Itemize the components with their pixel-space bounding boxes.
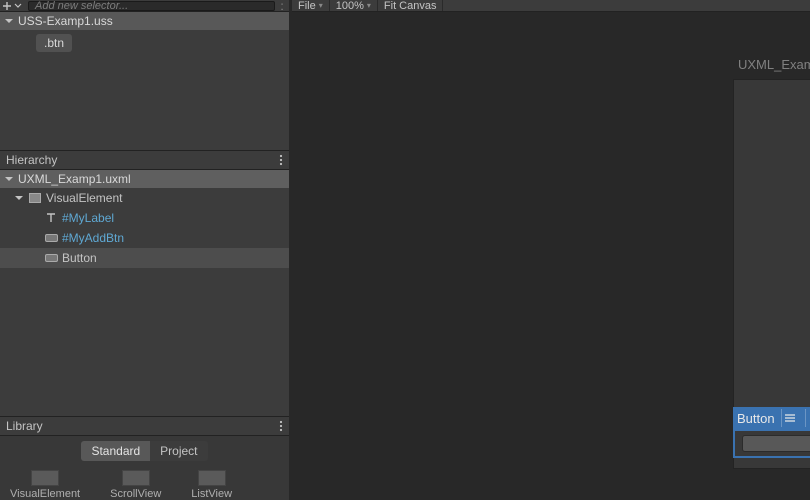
selection-tag: Button xyxy=(733,407,810,429)
selector-input[interactable]: Add new selector... xyxy=(28,1,275,11)
align-vertical-icon[interactable] xyxy=(805,409,810,427)
library-item-visualelement[interactable]: VisualElement xyxy=(10,470,80,500)
library-items: VisualElement ScrollView ListView xyxy=(0,466,289,500)
fit-canvas-label: Fit Canvas xyxy=(384,0,437,12)
library-thumb-icon xyxy=(198,470,226,486)
canvas-button-inner[interactable]: Button xyxy=(742,435,810,452)
align-horizontal-icon[interactable] xyxy=(781,409,799,427)
hierarchy-item-myaddbtn[interactable]: #MyAddBtn xyxy=(0,228,289,248)
stylesheet-name: USS-Examp1.uss xyxy=(18,14,113,28)
caret-down-icon: ▾ xyxy=(367,1,371,10)
file-menu-label: File xyxy=(298,0,316,12)
selector-trail: : xyxy=(275,0,289,13)
hierarchy-header: Hierarchy xyxy=(0,150,289,170)
stylesheet-body: .btn xyxy=(0,30,289,150)
kebab-icon[interactable] xyxy=(279,420,283,432)
caret-down-icon[interactable] xyxy=(14,2,28,10)
hierarchy-item-label: Button xyxy=(62,251,97,265)
library-item-label: ScrollView xyxy=(110,488,161,500)
button-icon xyxy=(44,232,58,244)
selector-toolbar: Add new selector... : xyxy=(0,0,289,12)
library-thumb-icon xyxy=(122,470,150,486)
fit-canvas-button[interactable]: Fit Canvas xyxy=(378,0,444,11)
hierarchy-title: Hierarchy xyxy=(6,153,279,167)
file-menu[interactable]: File ▾ xyxy=(292,0,330,11)
visualelement-icon xyxy=(28,192,42,204)
library-item-scrollview[interactable]: ScrollView xyxy=(110,470,161,500)
hierarchy-item-mylabel[interactable]: #MyLabel xyxy=(0,208,289,228)
library-thumb-icon xyxy=(31,470,59,486)
canvas-button-selected[interactable]: Button xyxy=(733,429,810,458)
hierarchy-item-button[interactable]: Button xyxy=(0,248,289,268)
triangle-down-icon xyxy=(14,193,28,203)
library-title: Library xyxy=(6,419,279,433)
stylesheet-header[interactable]: USS-Examp1.uss xyxy=(0,12,289,30)
triangle-down-icon xyxy=(4,174,18,184)
library-tab-standard[interactable]: Standard xyxy=(81,441,150,461)
hierarchy-item-visualelement[interactable]: VisualElement xyxy=(0,188,289,208)
add-selector-icon[interactable] xyxy=(0,1,14,11)
hierarchy-item-label: #MyAddBtn xyxy=(62,231,124,245)
library-tab-project[interactable]: Project xyxy=(150,441,207,461)
viewport-toolbar: File ▾ 100% ▾ Fit Canvas xyxy=(292,0,810,12)
canvas-viewport[interactable]: UXML_Examp1.uxml* Label ADD Button B xyxy=(292,12,810,500)
triangle-down-icon xyxy=(4,16,18,26)
library-item-listview[interactable]: ListView xyxy=(191,470,232,500)
library-header: Library xyxy=(0,416,289,436)
caret-down-icon: ▾ xyxy=(319,1,323,10)
text-icon xyxy=(44,212,58,224)
kebab-icon[interactable] xyxy=(279,154,283,166)
selection-tag-label: Button xyxy=(737,411,775,426)
hierarchy-root-row[interactable]: UXML_Examp1.uxml xyxy=(0,170,289,188)
library-item-label: VisualElement xyxy=(10,488,80,500)
hierarchy-item-label: #MyLabel xyxy=(62,211,114,225)
library-item-label: ListView xyxy=(191,488,232,500)
canvas-file-label: UXML_Examp1.uxml* xyxy=(738,57,810,72)
zoom-value: 100% xyxy=(336,0,364,12)
hierarchy-root-name: UXML_Examp1.uxml xyxy=(18,172,131,186)
button-icon xyxy=(44,252,58,264)
hierarchy-item-label: VisualElement xyxy=(46,191,123,205)
library-tab-row: Standard Project xyxy=(0,436,289,466)
zoom-dropdown[interactable]: 100% ▾ xyxy=(330,0,378,11)
selector-chip[interactable]: .btn xyxy=(36,34,72,52)
hierarchy-tree: VisualElement #MyLabel #MyAddBtn Button xyxy=(0,188,289,416)
